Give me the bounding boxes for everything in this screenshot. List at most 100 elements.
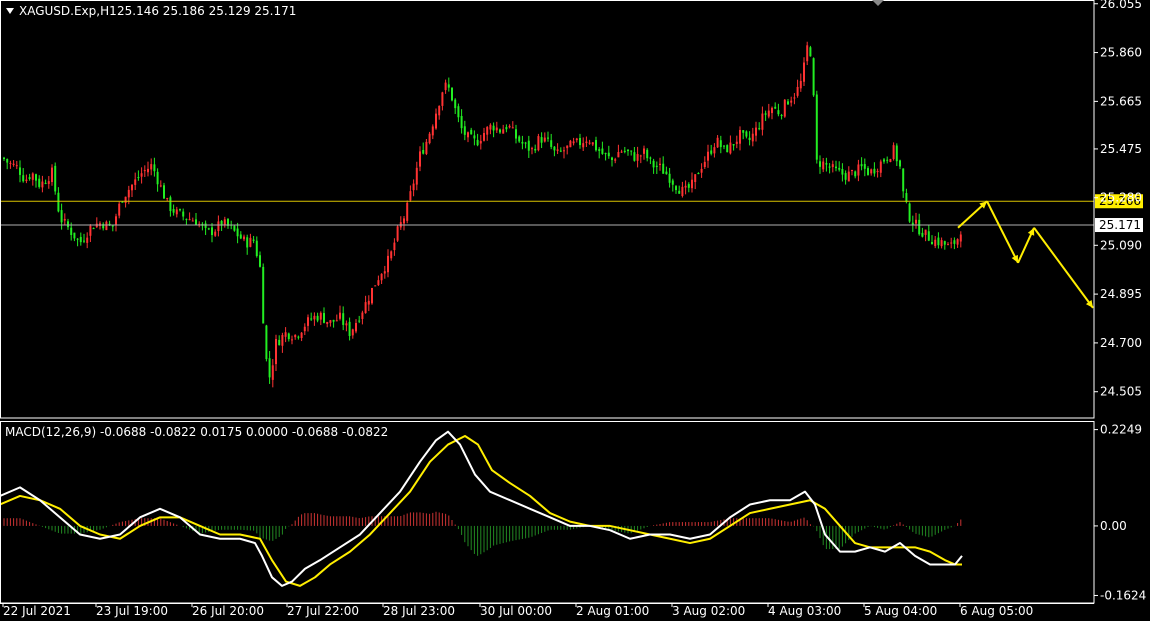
candle (713, 147, 716, 154)
candle (812, 58, 815, 96)
triangle-down-icon[interactable] (6, 8, 14, 14)
candle (92, 228, 95, 230)
candle (787, 101, 789, 105)
candle (566, 145, 569, 149)
time-tick-label: 6 Aug 05:00 (960, 604, 1033, 618)
candle (854, 171, 857, 177)
candle (243, 236, 245, 240)
candle (723, 145, 725, 147)
candle (719, 140, 722, 148)
candle (12, 163, 15, 166)
candle (649, 157, 652, 159)
candle (233, 225, 236, 231)
candle (41, 181, 44, 188)
candle (268, 358, 271, 378)
candle (156, 171, 159, 185)
price-tick-label: 24.505 (1100, 385, 1142, 399)
candle (188, 219, 191, 221)
candle (153, 164, 156, 172)
candle (524, 142, 527, 144)
price-panel[interactable] (0, 41, 1094, 388)
candle (316, 315, 319, 321)
candle (179, 209, 181, 211)
candle (735, 141, 738, 144)
candle (755, 127, 757, 136)
candle (310, 318, 313, 320)
candle (559, 150, 562, 152)
price-tick-label: 25.665 (1100, 94, 1142, 108)
price-frame (0, 0, 1095, 419)
candle (6, 159, 9, 163)
candle (761, 113, 764, 130)
forecast-arrow-segment (1033, 227, 1094, 309)
candle (867, 168, 869, 175)
candle (169, 197, 172, 212)
candle (278, 339, 281, 346)
candle (582, 143, 585, 148)
candle (396, 226, 399, 241)
candle (35, 174, 37, 181)
candle (9, 162, 12, 164)
candle (662, 163, 665, 174)
candle (732, 144, 735, 146)
candle (326, 321, 329, 324)
candle (284, 332, 287, 337)
candle (796, 86, 799, 96)
candle (857, 164, 860, 176)
time-tick-label: 5 Aug 04:00 (864, 604, 937, 618)
candle (694, 174, 697, 183)
candle (419, 151, 421, 167)
candle (332, 319, 335, 322)
price-tick-label: 26.055 (1100, 0, 1142, 11)
candle (281, 335, 284, 346)
candle (617, 152, 620, 158)
candle (70, 227, 73, 235)
candle (803, 62, 805, 82)
candle (825, 163, 828, 165)
candle (639, 155, 642, 157)
candle (604, 153, 607, 155)
candle (313, 315, 316, 320)
candle (159, 185, 162, 187)
candle (684, 185, 687, 188)
candle (870, 169, 873, 174)
candle (681, 186, 684, 196)
candle (748, 137, 751, 141)
candle (777, 110, 780, 115)
candle (380, 273, 383, 281)
macd-panel[interactable] (0, 430, 963, 587)
candle (44, 182, 47, 184)
candle (899, 160, 901, 167)
candle (19, 167, 21, 175)
candle (876, 170, 879, 172)
price-tick-label: 25.090 (1100, 238, 1142, 252)
candle (191, 220, 194, 222)
candle (495, 127, 498, 131)
candle (860, 164, 863, 167)
candle (783, 99, 786, 117)
candle (166, 198, 169, 200)
candle (121, 201, 124, 203)
candle (415, 167, 418, 185)
candle (252, 239, 255, 241)
candle (883, 159, 885, 162)
candle (505, 127, 508, 130)
chart-canvas[interactable]: 25.26625.17126.05525.86025.66525.47525.2… (0, 0, 1150, 621)
candle (540, 137, 543, 143)
candle (835, 166, 837, 169)
candle (809, 47, 812, 57)
candle (627, 149, 629, 152)
candle (665, 171, 668, 175)
candle (163, 185, 165, 199)
candle (390, 251, 393, 259)
candle (527, 140, 530, 151)
candle (745, 131, 748, 137)
candle (217, 221, 220, 232)
candle (76, 238, 79, 240)
macd-line (0, 430, 963, 587)
candle (924, 229, 927, 235)
candle (659, 163, 661, 166)
candle (633, 152, 636, 161)
candle (915, 219, 917, 224)
candle (892, 145, 895, 160)
